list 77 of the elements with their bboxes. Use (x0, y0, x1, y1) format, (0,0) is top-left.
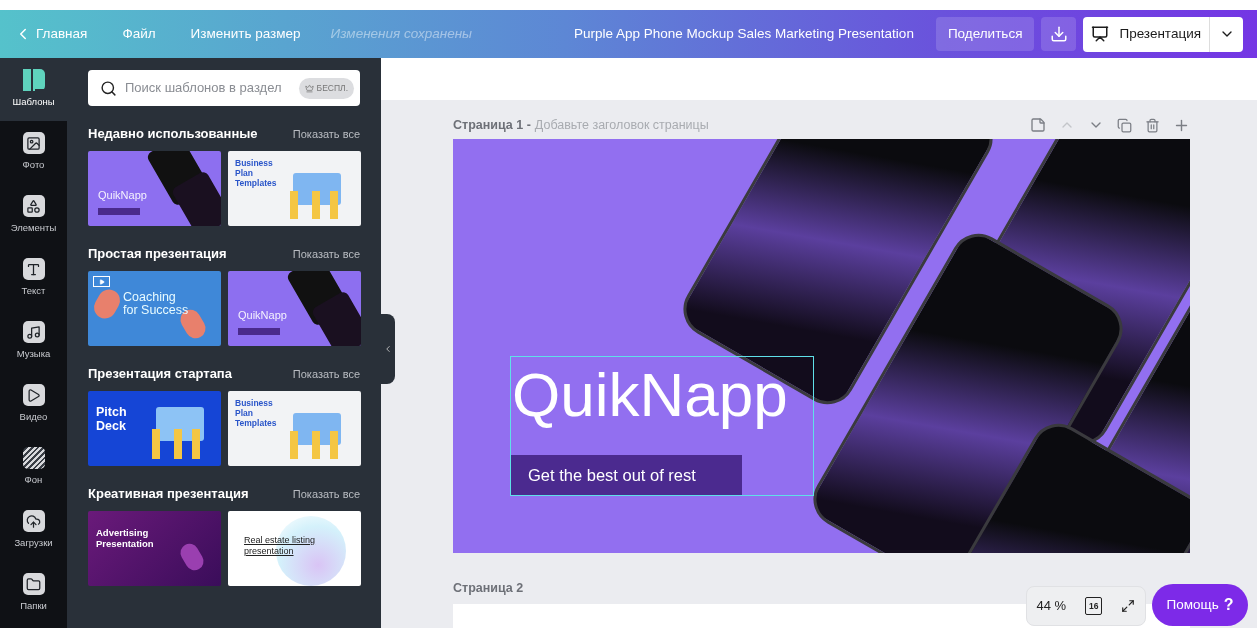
zoom-level[interactable]: 44 % (1036, 596, 1067, 616)
folders-icon (22, 573, 45, 596)
thumbnail-title: Advertising Presentation (96, 527, 155, 549)
presentation-icon (1091, 25, 1110, 43)
rail-item[interactable]: Элементы (0, 184, 67, 247)
template-thumbnail[interactable]: Coaching for Success (88, 271, 221, 346)
note-button[interactable] (1030, 117, 1046, 133)
save-status: Изменения сохранены (330, 24, 472, 43)
chart-illustration (156, 407, 204, 441)
page-title-hint: Добавьте заголовок страницы (534, 116, 709, 134)
template-thumbnail[interactable]: Real estate listing presentation (228, 511, 361, 586)
thumbnail-bar (98, 208, 140, 215)
slide-heading: QuikNapp (512, 359, 788, 431)
delete-button[interactable] (1145, 117, 1160, 133)
present-button[interactable]: Презентация (1083, 16, 1209, 52)
template-thumbnail[interactable]: Business Plan Templates (228, 151, 361, 226)
page-count-button[interactable]: 16 (1085, 597, 1103, 615)
search-input[interactable]: Поиск шаблонов в раздел (125, 78, 291, 98)
thumbnail-title: QuikNapp (238, 308, 287, 323)
share-button[interactable]: Поделиться (935, 17, 1035, 51)
thumbnail-title: Pitch Deck (96, 405, 128, 433)
rail-item[interactable]: Фон (0, 436, 67, 499)
trash-icon (1145, 117, 1160, 133)
help-button[interactable]: Помощь ? (1152, 584, 1248, 626)
chart-illustration (293, 413, 341, 445)
elements-icon (22, 195, 45, 218)
crown-icon (304, 83, 314, 93)
selected-text-box[interactable]: QuikNapp Get the best out of rest (510, 356, 814, 496)
search-field[interactable]: Поиск шаблонов в раздел БЕСПЛ. (88, 70, 360, 106)
thumbnail-title: Business Plan Templates (235, 158, 278, 188)
chevron-icon (383, 344, 393, 354)
thumbnail-title: Business Plan Templates (235, 398, 278, 428)
fullscreen-button[interactable] (1121, 599, 1136, 613)
rail-item[interactable]: Загрузки (0, 499, 67, 562)
template-thumbnail[interactable]: Business Plan Templates (228, 391, 361, 466)
slide-tagline: Get the best out of rest (511, 455, 742, 495)
rail-item[interactable]: Фото (0, 121, 67, 184)
template-thumbnail[interactable]: Pitch Deck (88, 391, 221, 466)
rail-item[interactable]: Папки (0, 562, 67, 625)
rail-item[interactable]: Музыка (0, 310, 67, 373)
section-title: Презентация стартапа (88, 365, 232, 384)
rail-item[interactable]: Текст (0, 247, 67, 310)
thumbnail-title: Coaching for Success (123, 291, 190, 317)
collapse-handle[interactable] (381, 314, 395, 384)
show-all-link[interactable]: Показать все (292, 485, 360, 503)
free-badge: БЕСПЛ. (298, 77, 354, 99)
stripes-icon (22, 447, 45, 470)
section-title: Креативная презентация (88, 485, 249, 504)
note-icon (1030, 117, 1046, 133)
show-all-link[interactable]: Показать все (292, 365, 360, 383)
music-icon (22, 321, 45, 344)
template-thumbnail[interactable]: Advertising Presentation (88, 511, 221, 586)
video-icon (22, 384, 45, 407)
document-title: Purple App Phone Mockup Sales Marketing Presentation (573, 24, 914, 43)
download-icon (1049, 25, 1068, 43)
question-mark: ? (1223, 595, 1234, 615)
templates-icon (22, 69, 45, 92)
thumbnail-title: QuikNapp (98, 188, 147, 203)
copy-icon (1117, 117, 1132, 133)
page-label: Страница 2 (453, 580, 525, 597)
thumbnail-bar (238, 328, 280, 335)
thumbnail-title: Real estate listing presentation (244, 535, 317, 557)
page-label: Страница 1 - (453, 116, 531, 134)
show-all-link[interactable]: Показать все (292, 245, 360, 263)
search-icon (100, 79, 117, 97)
show-all-link[interactable]: Показать все (292, 125, 360, 143)
play-icon (93, 276, 110, 287)
chart-illustration (293, 173, 341, 205)
section-title: Простая презентация (88, 245, 227, 264)
photo-icon (22, 132, 45, 155)
uploads-icon (22, 510, 45, 533)
rail-item[interactable]: Видео (0, 373, 67, 436)
text-icon (22, 258, 45, 281)
download-button[interactable] (1041, 17, 1077, 51)
copy-button[interactable] (1117, 117, 1132, 133)
rail-item[interactable]: Шаблоны (0, 58, 67, 121)
section-title: Недавно использованные (88, 125, 258, 144)
